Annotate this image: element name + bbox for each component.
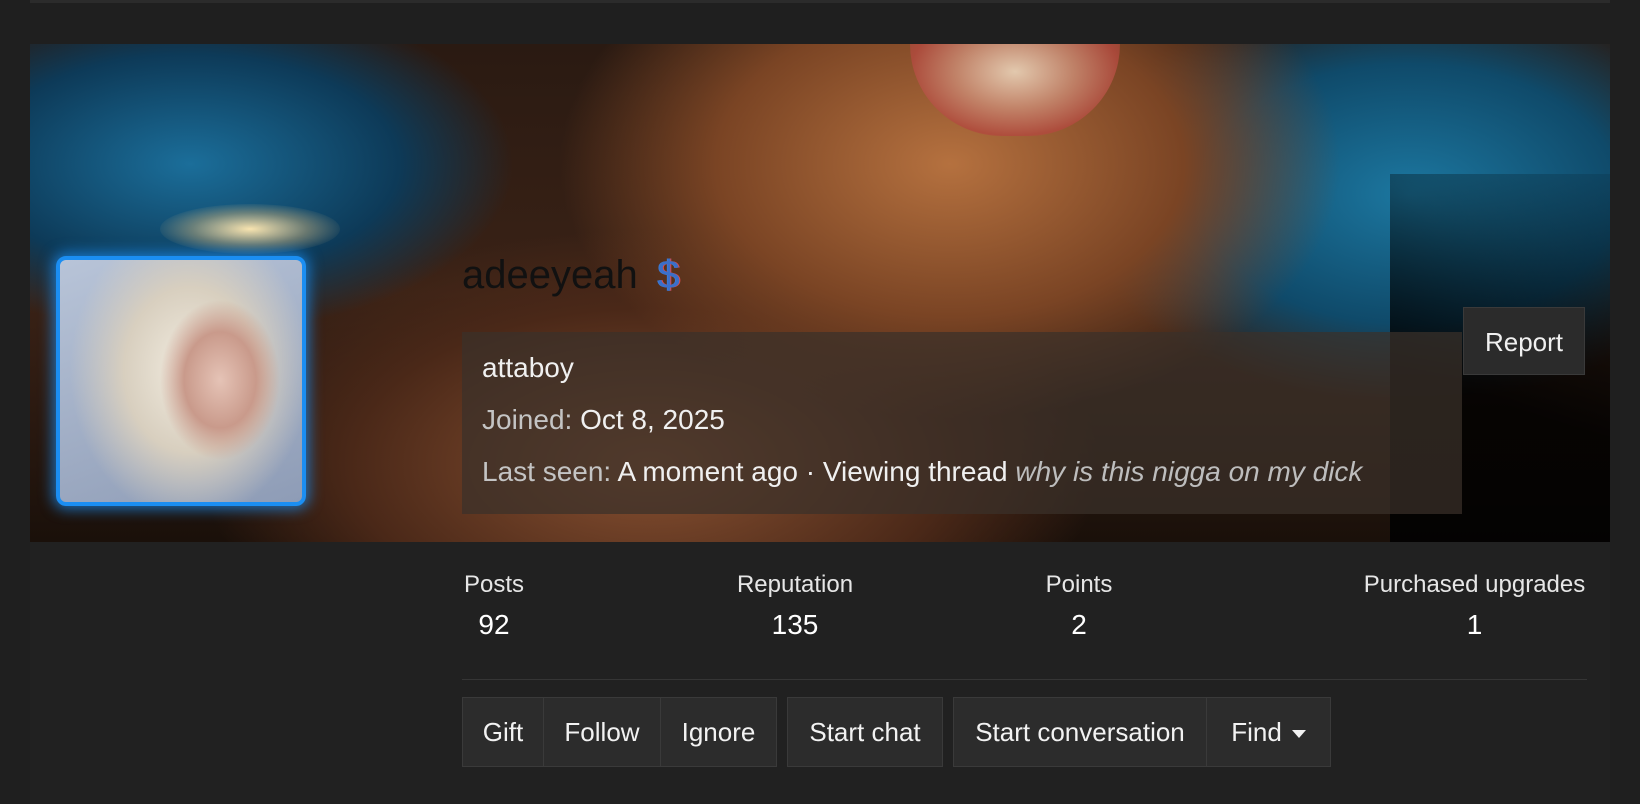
joined-date: Oct 8, 2025: [580, 404, 725, 435]
viewing-thread-link[interactable]: why is this nigga on my dick: [1015, 456, 1362, 487]
stat-label: Posts: [463, 571, 525, 598]
stat-value: 92: [478, 609, 510, 640]
banner-image-detail: [910, 44, 1120, 136]
joined-label: Joined:: [482, 404, 573, 435]
custom-title: attaboy: [482, 352, 574, 383]
start-conversation-button[interactable]: Start conversation: [953, 697, 1207, 767]
report-button[interactable]: Report: [1463, 307, 1585, 375]
stat-reputation[interactable]: Reputation 135: [732, 571, 858, 641]
joined-line: Joined: Oct 8, 2025: [482, 404, 725, 436]
gift-button[interactable]: Gift: [462, 697, 544, 767]
start-chat-button[interactable]: Start chat: [787, 697, 943, 767]
ignore-button[interactable]: Ignore: [660, 697, 777, 767]
username[interactable]: adeeyeah: [462, 253, 638, 297]
stat-points[interactable]: Points 2: [1042, 571, 1116, 641]
stat-value: 135: [771, 609, 819, 640]
member-profile-card: adeeyeah $ Report attaboy Joined: Oct 8, …: [30, 44, 1610, 804]
caret-down-icon: [1291, 730, 1306, 739]
find-label: Find: [1231, 717, 1282, 747]
find-dropdown-button[interactable]: Find: [1206, 697, 1331, 767]
username-heading: adeeyeah $: [462, 253, 680, 298]
last-seen-value: A moment ago · Viewing thread: [617, 456, 1008, 487]
follow-button[interactable]: Follow: [543, 697, 661, 767]
dollar-badge-icon: $: [657, 253, 680, 297]
stat-label: Purchased upgrades: [1363, 571, 1586, 598]
profile-info-box: attaboy Joined: Oct 8, 2025 Last seen: A…: [462, 332, 1462, 514]
stat-label: Reputation: [736, 571, 854, 598]
stat-purchased-upgrades[interactable]: Purchased upgrades 1: [1362, 571, 1587, 641]
last-seen-line: Last seen: A moment ago · Viewing thread…: [482, 456, 1362, 488]
avatar[interactable]: [56, 256, 306, 506]
banner-image-light: [160, 204, 340, 254]
profile-banner: adeeyeah $ Report attaboy Joined: Oct 8, …: [30, 44, 1610, 542]
stat-label: Points: [1045, 571, 1113, 598]
top-divider: [30, 0, 1610, 3]
stat-value: 2: [1071, 609, 1087, 640]
stat-posts[interactable]: Posts 92: [462, 571, 526, 641]
member-stats: Posts 92 Reputation 135 Points 2 Purchas…: [462, 571, 1587, 680]
stat-value: 1: [1466, 609, 1483, 640]
last-seen-label: Last seen:: [482, 456, 612, 487]
